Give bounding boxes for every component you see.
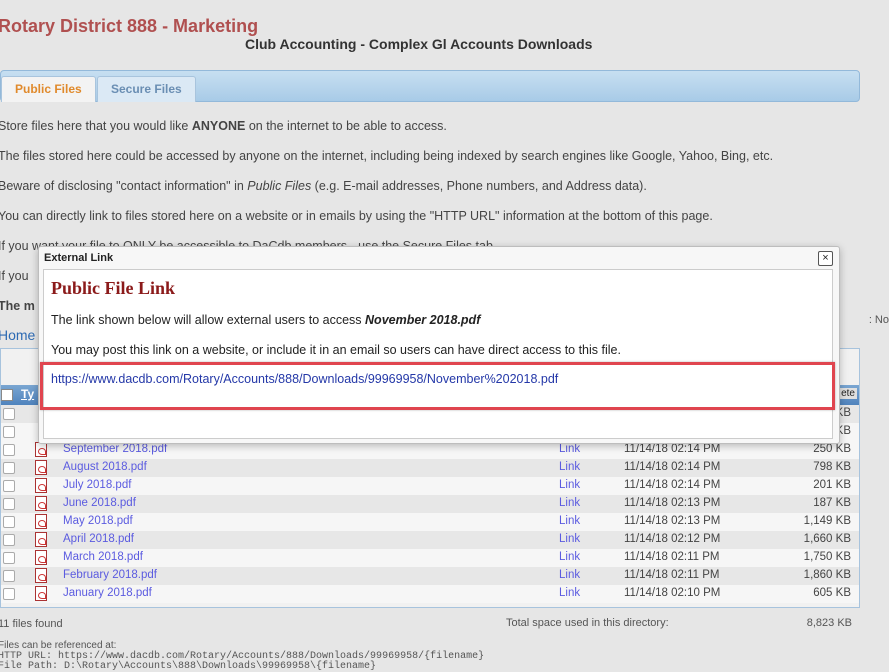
file-size: 605 KB xyxy=(813,587,851,599)
file-date: 11/14/18 02:10 PM xyxy=(624,587,721,599)
file-size: 1,750 KB xyxy=(803,551,851,563)
file-size: 798 KB xyxy=(813,461,851,473)
pdf-file-icon xyxy=(35,550,47,565)
file-date: 11/14/18 02:14 PM xyxy=(624,443,721,455)
reference-heading: Files can be referenced at: xyxy=(0,640,117,651)
file-size: 1,660 KB xyxy=(803,533,851,545)
dialog-body: Public File Link The link shown below wi… xyxy=(40,269,835,439)
file-name-link[interactable]: May 2018.pdf xyxy=(63,515,133,527)
file-path-reference: File Path: D:\Rotary\Accounts\888\Downlo… xyxy=(0,661,377,672)
file-size: 201 KB xyxy=(813,479,851,491)
file-date: 11/14/18 02:13 PM xyxy=(624,497,721,509)
close-icon[interactable]: × xyxy=(818,251,833,266)
file-link[interactable]: Link xyxy=(559,551,580,563)
row-checkbox[interactable] xyxy=(3,570,15,582)
space-label: Total space used in this directory: xyxy=(506,617,669,629)
file-date: 11/14/18 02:13 PM xyxy=(624,515,721,527)
row-checkbox[interactable] xyxy=(3,444,15,456)
pdf-file-icon xyxy=(35,586,47,601)
files-found: 11 files found xyxy=(0,618,63,630)
row-checkbox[interactable] xyxy=(3,534,15,546)
dialog-instructions: You may post this link on a website, or … xyxy=(51,343,621,357)
file-link[interactable]: Link xyxy=(559,569,580,581)
dialog-title: External Link xyxy=(44,252,114,264)
file-link[interactable]: Link xyxy=(559,533,580,545)
row-checkbox[interactable] xyxy=(3,498,15,510)
row-checkbox[interactable] xyxy=(3,516,15,528)
delete-column-header[interactable]: ete xyxy=(839,388,857,399)
file-size: 187 KB xyxy=(813,497,851,509)
intro-text-4: You can directly link to files stored he… xyxy=(0,209,713,223)
type-column-header[interactable]: Ty xyxy=(21,387,34,401)
url-highlight-box: https://www.dacdb.com/Rotary/Accounts/88… xyxy=(40,362,835,410)
tab-public-files[interactable]: Public Files xyxy=(1,76,96,102)
dialog-description: The link shown below will allow external… xyxy=(51,313,481,327)
file-size: 1,860 KB xyxy=(803,569,851,581)
row-checkbox[interactable] xyxy=(3,552,15,564)
file-size: 250 KB xyxy=(813,443,851,455)
tab-bar: Public Files Secure Files xyxy=(0,70,860,102)
page-title: Club Accounting - Complex Gl Accounts Do… xyxy=(245,36,593,52)
row-checkbox[interactable] xyxy=(3,588,15,600)
file-name: November 2018.pdf xyxy=(365,313,481,327)
space-value: 8,823 KB xyxy=(806,617,852,629)
table-row: February 2018.pdf Link 11/14/18 02:11 PM 1,… xyxy=(1,567,859,585)
file-link[interactable]: Link xyxy=(559,515,580,527)
row-checkbox[interactable] xyxy=(3,426,15,438)
file-date: 11/14/18 02:14 PM xyxy=(624,461,721,473)
table-row: March 2018.pdf Link 11/14/18 02:11 PM 1,750… xyxy=(1,549,859,567)
intro-text-2: The files stored here could be accessed … xyxy=(0,149,774,163)
file-link[interactable]: Link xyxy=(559,479,580,491)
table-row: August 2018.pdf Link 11/14/18 02:14 PM 798 … xyxy=(1,459,859,477)
file-name-link[interactable]: January 2018.pdf xyxy=(63,587,152,599)
row-checkbox[interactable] xyxy=(3,462,15,474)
select-all-checkbox[interactable] xyxy=(1,389,13,401)
table-row: July 2018.pdf Link 11/14/18 02:14 PM 201 KB xyxy=(1,477,859,495)
table-row: April 2018.pdf Link 11/14/18 02:12 PM 1,660… xyxy=(1,531,859,549)
external-link-dialog: External Link × Public File Link The lin… xyxy=(38,246,840,444)
intro-text-6: If you xyxy=(0,269,29,283)
pdf-file-icon xyxy=(35,514,47,529)
pdf-file-icon xyxy=(35,442,47,457)
file-name-link[interactable]: June 2018.pdf xyxy=(63,497,136,509)
org-title: Rotary District 888 - Marketing xyxy=(0,16,259,36)
file-name-link[interactable]: March 2018.pdf xyxy=(63,551,143,563)
intro-text-7: The m xyxy=(0,299,35,313)
file-date: 11/14/18 02:11 PM xyxy=(624,551,720,563)
file-name-link[interactable]: September 2018.pdf xyxy=(63,443,167,455)
file-link[interactable]: Link xyxy=(559,497,580,509)
file-link[interactable]: Link xyxy=(559,461,580,473)
table-row: June 2018.pdf Link 11/14/18 02:13 PM 187 KB xyxy=(1,495,859,513)
pdf-file-icon xyxy=(35,568,47,583)
file-date: 11/14/18 02:11 PM xyxy=(624,569,720,581)
file-link[interactable]: Link xyxy=(559,587,580,599)
file-date: 11/14/18 02:14 PM xyxy=(624,479,721,491)
pdf-file-icon xyxy=(35,532,47,547)
file-name-link[interactable]: April 2018.pdf xyxy=(63,533,134,545)
file-name-link[interactable]: August 2018.pdf xyxy=(63,461,147,473)
file-size: 1,149 KB xyxy=(803,515,851,527)
file-name-link[interactable]: February 2018.pdf xyxy=(63,569,157,581)
dialog-heading: Public File Link xyxy=(51,278,176,298)
pdf-file-icon xyxy=(35,460,47,475)
public-file-url[interactable]: https://www.dacdb.com/Rotary/Accounts/88… xyxy=(51,372,558,386)
table-row: May 2018.pdf Link 11/14/18 02:13 PM 1,149 K… xyxy=(1,513,859,531)
row-checkbox[interactable] xyxy=(3,480,15,492)
file-link[interactable]: Link xyxy=(559,443,580,455)
home-link[interactable]: Home xyxy=(0,327,35,343)
right-fragment: : No xyxy=(868,314,889,326)
pdf-file-icon xyxy=(35,496,47,511)
tab-secure-files[interactable]: Secure Files xyxy=(97,76,196,102)
intro-text-1: Store files here that you would like ANY… xyxy=(0,119,447,133)
pdf-file-icon xyxy=(35,478,47,493)
file-name-link[interactable]: July 2018.pdf xyxy=(63,479,131,491)
row-checkbox[interactable] xyxy=(3,408,15,420)
intro-text-3: Beware of disclosing "contact informatio… xyxy=(0,179,647,193)
table-row: January 2018.pdf Link 11/14/18 02:10 PM 605… xyxy=(1,585,859,603)
file-date: 11/14/18 02:12 PM xyxy=(624,533,721,545)
